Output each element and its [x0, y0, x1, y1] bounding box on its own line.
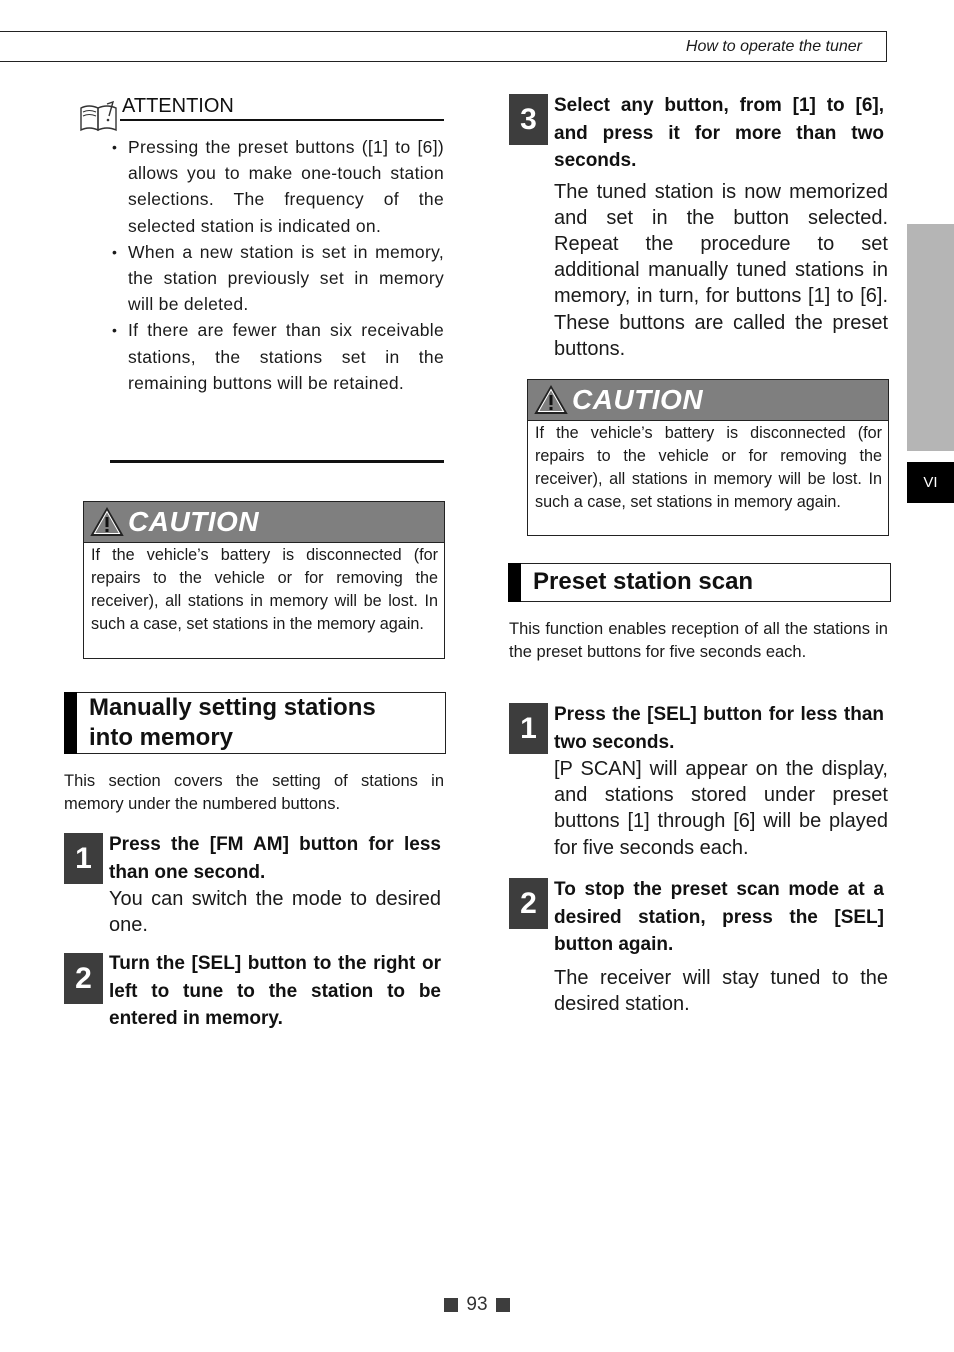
caution-box: CAUTION If the vehicle’s battery is disc… — [83, 501, 445, 659]
running-header: How to operate the tuner — [0, 31, 887, 62]
section-intro: This section covers the setting of stati… — [64, 772, 444, 813]
attention-divider — [120, 119, 444, 121]
attention-end-rule — [110, 460, 444, 463]
section-title: Manually setting stations into memory — [89, 693, 376, 753]
step-body: The tuned station is now memorized and s… — [554, 180, 888, 360]
section-title-line: into memory — [89, 724, 234, 751]
step-body: [P SCAN] will appear on the display, and… — [554, 758, 888, 859]
section-title-line: Manually setting stations — [89, 694, 376, 721]
step-number-badge: 2 — [509, 878, 548, 929]
step-number-badge: 1 — [509, 703, 548, 754]
step-heading: Press the [SEL] button for less than two… — [554, 704, 884, 753]
step-3: Select any button, from [1] to [6], and … — [554, 92, 888, 362]
step-number-badge: 3 — [509, 94, 548, 145]
attention-item: Pressing the preset buttons ([1] to [6])… — [110, 134, 444, 239]
page-footer: 93 — [0, 1294, 954, 1316]
header-title: How to operate the tuner — [685, 38, 862, 55]
step-heading: To stop the preset scan mode at a desire… — [554, 879, 884, 955]
section-title: Preset station scan — [533, 568, 754, 595]
scan-step-1: Press the [SEL] button for less than two… — [554, 701, 888, 861]
side-tab-marker — [907, 224, 954, 451]
step-number-badge: 2 — [64, 953, 103, 1004]
caution-text: If the vehicle’s battery is disconnected… — [91, 546, 438, 633]
page-number: 93 — [466, 1294, 488, 1315]
caution-header: CAUTION — [84, 502, 444, 543]
step-number-badge: 1 — [64, 833, 103, 884]
chapter-tab: VI — [907, 462, 954, 503]
section-intro: This function enables reception of all t… — [509, 620, 888, 661]
step-body: You can switch the mode to desired one. — [109, 888, 441, 937]
attention-item: When a new station is set in memory, the… — [110, 239, 444, 318]
caution-box: CAUTION If the vehicle’s battery is disc… — [527, 379, 889, 536]
attention-list: Pressing the preset buttons ([1] to [6])… — [110, 134, 444, 396]
step-2: Turn the [SEL] button to the right or le… — [109, 950, 441, 1033]
square-ornament-icon — [495, 1298, 510, 1312]
attention-title: ATTENTION — [122, 95, 234, 117]
caution-text: If the vehicle’s battery is disconnected… — [535, 424, 882, 511]
warning-triangle-icon — [90, 507, 124, 536]
caution-label: CAUTION — [128, 506, 260, 537]
section-header-manual: Manually setting stations into memory — [64, 692, 446, 754]
step-heading: Turn the [SEL] button to the right or le… — [109, 953, 441, 1029]
book-attention-icon — [80, 100, 117, 132]
step-heading: Press the [FM AM] button for less than o… — [109, 834, 441, 883]
square-ornament-icon — [444, 1298, 459, 1312]
scan-step-2: To stop the preset scan mode at a desire… — [554, 876, 888, 1017]
chapter-tab-label: VI — [923, 474, 938, 491]
step-body: The receiver will stay tuned to the desi… — [554, 966, 888, 1015]
caution-label: CAUTION — [572, 384, 704, 415]
section-header-scan: Preset station scan — [508, 563, 891, 602]
attention-item: If there are fewer than six receivable s… — [110, 317, 444, 396]
caution-header: CAUTION — [528, 380, 888, 421]
warning-triangle-icon — [534, 385, 568, 414]
step-heading: Select any button, from [1] to [6], and … — [554, 95, 884, 171]
step-1: Press the [FM AM] button for less than o… — [109, 831, 441, 938]
